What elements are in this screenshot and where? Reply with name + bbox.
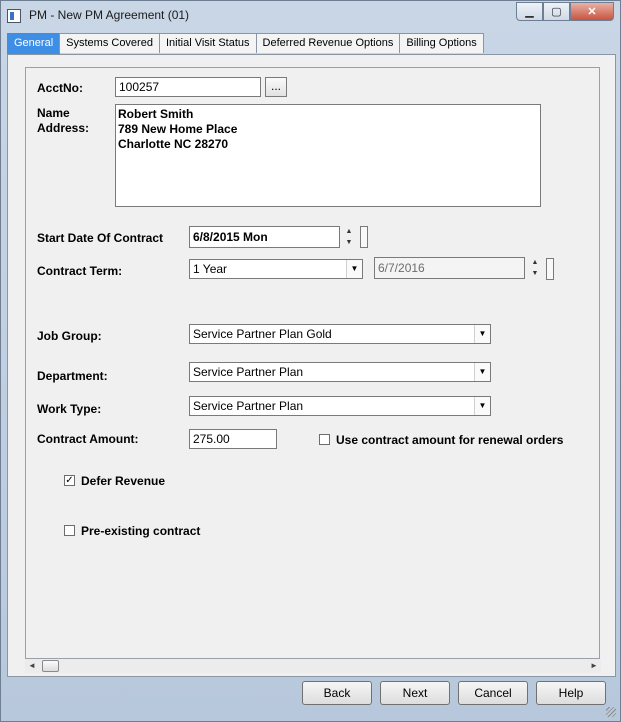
minimize-button[interactable]: ▁ [516,2,543,21]
use-amount-checkbox[interactable] [319,434,330,445]
chevron-down-icon: ▼ [474,397,490,415]
address-line: Robert Smith [118,107,194,121]
defer-revenue-label: Defer Revenue [81,474,166,488]
resize-grip-icon[interactable] [606,707,616,717]
form-area: AcctNo: 100257 ... Name Address: Robert … [25,67,600,659]
tab-billing-options[interactable]: Billing Options [399,33,484,53]
name-label: Name [37,106,70,120]
help-button[interactable]: Help [536,681,606,705]
window-controls: ▁ ▢ ✕ [516,2,614,21]
department-select[interactable]: Service Partner Plan ▼ [189,362,491,382]
tab-initial-visit-status[interactable]: Initial Visit Status [158,33,257,53]
contract-amount-label: Contract Amount: [37,432,139,446]
address-line: Charlotte NC 28270 [118,137,229,151]
department-value: Service Partner Plan [193,365,304,379]
use-amount-label: Use contract amount for renewal orders [336,433,564,447]
tab-strip: General Systems Covered Initial Visit St… [7,33,484,54]
maximize-button[interactable]: ▢ [543,2,570,21]
address-label: Address: [37,121,90,135]
work-type-value: Service Partner Plan [193,399,304,413]
title-bar[interactable]: PM - New PM Agreement (01) ▁ ▢ ✕ [1,1,620,31]
tab-general[interactable]: General [7,33,61,54]
app-icon [7,9,21,23]
start-date-label: Start Date Of Contract [37,231,164,245]
contract-term-select[interactable]: 1 Year ▼ [189,259,363,279]
scrollbar-thumb[interactable] [42,660,59,672]
end-date-spinner[interactable]: ▲ ▼ [529,257,541,279]
next-button[interactable]: Next [380,681,450,705]
job-group-value: Service Partner Plan Gold [193,327,332,341]
start-date-spinner[interactable]: ▲ ▼ [343,226,355,248]
work-type-select[interactable]: Service Partner Plan ▼ [189,396,491,416]
preexisting-checkbox[interactable] [64,525,75,536]
general-tab-panel: AcctNo: 100257 ... Name Address: Robert … [7,54,616,677]
back-button[interactable]: Back [302,681,372,705]
start-date-picker-button[interactable] [360,226,368,248]
preexisting-label: Pre-existing contract [81,524,201,538]
name-address-box[interactable]: Robert Smith 789 New Home Place Charlott… [115,104,541,207]
work-type-label: Work Type: [37,402,102,416]
pm-agreement-window: PM - New PM Agreement (01) ▁ ▢ ✕ General… [0,0,621,722]
acct-lookup-button[interactable]: ... [265,77,287,97]
chevron-down-icon: ▼ [346,260,362,278]
acct-no-input[interactable]: 100257 [115,77,261,97]
address-line: 789 New Home Place [118,122,238,136]
contract-term-label: Contract Term: [37,264,123,278]
scroll-left-icon[interactable]: ◄ [25,659,39,673]
horizontal-scrollbar[interactable]: ◄ ► [25,659,601,673]
close-button[interactable]: ✕ [570,2,614,21]
contract-amount-input[interactable]: 275.00 [189,429,277,449]
end-date-input: 6/7/2016 [374,257,525,279]
end-date-picker-button[interactable] [546,258,554,280]
department-label: Department: [37,369,108,383]
acct-no-label: AcctNo: [37,81,84,95]
cancel-button[interactable]: Cancel [458,681,528,705]
chevron-down-icon: ▼ [474,325,490,343]
chevron-down-icon: ▼ [474,363,490,381]
start-date-input[interactable]: 6/8/2015 Mon [189,226,340,248]
job-group-select[interactable]: Service Partner Plan Gold ▼ [189,324,491,344]
job-group-label: Job Group: [37,329,102,343]
scroll-right-icon[interactable]: ► [587,659,601,673]
window-title: PM - New PM Agreement (01) [29,8,190,22]
tab-systems-covered[interactable]: Systems Covered [59,33,160,53]
defer-revenue-checkbox[interactable]: ✓ [64,475,75,486]
tab-deferred-revenue-options[interactable]: Deferred Revenue Options [255,33,401,53]
contract-term-value: 1 Year [193,262,228,276]
